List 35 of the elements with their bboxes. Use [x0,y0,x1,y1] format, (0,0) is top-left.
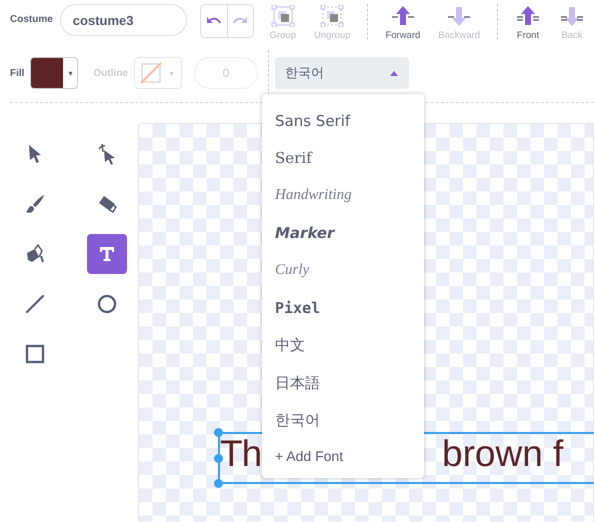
down-arrow-icon [446,5,472,27]
group-icon [270,5,296,27]
circle-icon [96,293,118,315]
eraser-icon [96,193,118,215]
font-dropdown[interactable]: 한국어 [274,57,409,89]
caret-icon: ▾ [162,68,181,78]
costume-label: Costume [10,14,53,25]
square-icon [24,343,46,365]
brush-icon [24,193,46,215]
paint-bucket-icon [24,243,46,265]
caret-icon: ▾ [63,68,78,78]
no-color-icon [140,62,162,84]
font-menu-item[interactable]: 日本語 [275,364,424,402]
font-menu-item[interactable]: Sans Serif [275,102,424,140]
font-menu-item[interactable]: Pixel [275,290,424,327]
canvas-text: brown f [442,432,564,476]
canvas-text: Th [220,432,262,476]
down-arrow-icon [559,5,585,27]
front-button[interactable]: Front [515,4,541,41]
text-tool[interactable] [87,234,127,274]
up-arrow-icon [390,5,416,27]
font-menu-item[interactable]: Marker [275,214,424,252]
font-menu-item[interactable]: Serif [275,140,424,177]
font-menu-item[interactable]: + Add Font [275,440,424,472]
ungroup-icon [319,5,346,27]
line-icon [24,293,46,315]
font-menu-item[interactable]: 中文 [275,327,424,364]
up-arrow-icon [515,5,541,27]
fill-label: Fill [10,68,24,78]
fill-color-picker[interactable]: ▾ [30,57,78,89]
forward-button[interactable]: Forward [385,4,420,41]
costume-name-field[interactable]: costume3 [60,4,187,36]
font-menu-item[interactable]: 한국어 [275,402,424,440]
font-menu-item[interactable]: Curly [275,252,424,290]
font-menu-item[interactable]: Handwriting [275,177,424,214]
